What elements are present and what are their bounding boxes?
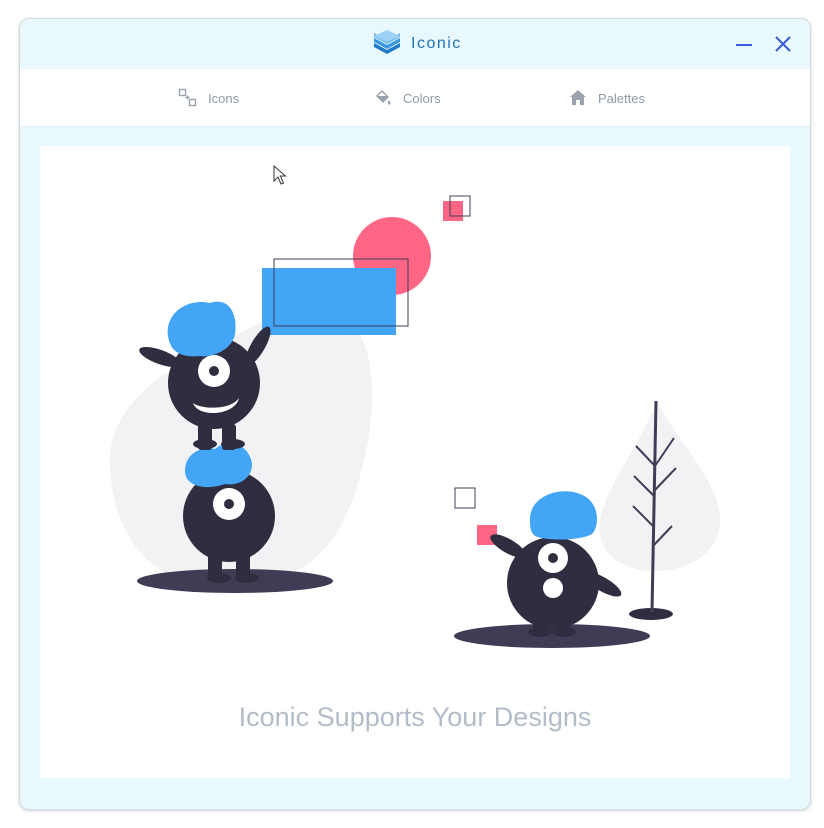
nav-item-colors[interactable]: Colors bbox=[373, 88, 441, 108]
nav-item-icons[interactable]: Icons bbox=[178, 88, 239, 108]
title-bar[interactable]: Iconic bbox=[20, 19, 810, 69]
app-window: Iconic Icons Colors Palettes Iconic Supp… bbox=[19, 18, 811, 810]
minimize-icon bbox=[736, 44, 752, 46]
shapes-icon bbox=[178, 88, 197, 107]
close-button[interactable] bbox=[771, 32, 795, 56]
nav-item-label: Palettes bbox=[598, 90, 645, 106]
layers-icon bbox=[373, 28, 401, 60]
app-title: Iconic bbox=[411, 35, 462, 52]
nav-bar: Icons Colors Palettes bbox=[20, 69, 810, 127]
nav-item-palettes[interactable]: Palettes bbox=[568, 88, 645, 108]
tagline: Iconic Supports Your Designs bbox=[238, 702, 592, 732]
nav-item-label: Icons bbox=[208, 90, 240, 106]
app-brand: Iconic bbox=[373, 28, 462, 60]
home-icon bbox=[570, 90, 586, 105]
paint-bucket-icon bbox=[376, 90, 391, 105]
close-icon bbox=[775, 36, 791, 52]
main-content: Iconic Supports Your Designs bbox=[40, 146, 790, 778]
monsters-illustration bbox=[109, 195, 720, 648]
mouse-cursor-icon bbox=[273, 165, 287, 185]
nav-item-label: Colors bbox=[403, 90, 441, 106]
minimize-button[interactable] bbox=[732, 32, 756, 56]
